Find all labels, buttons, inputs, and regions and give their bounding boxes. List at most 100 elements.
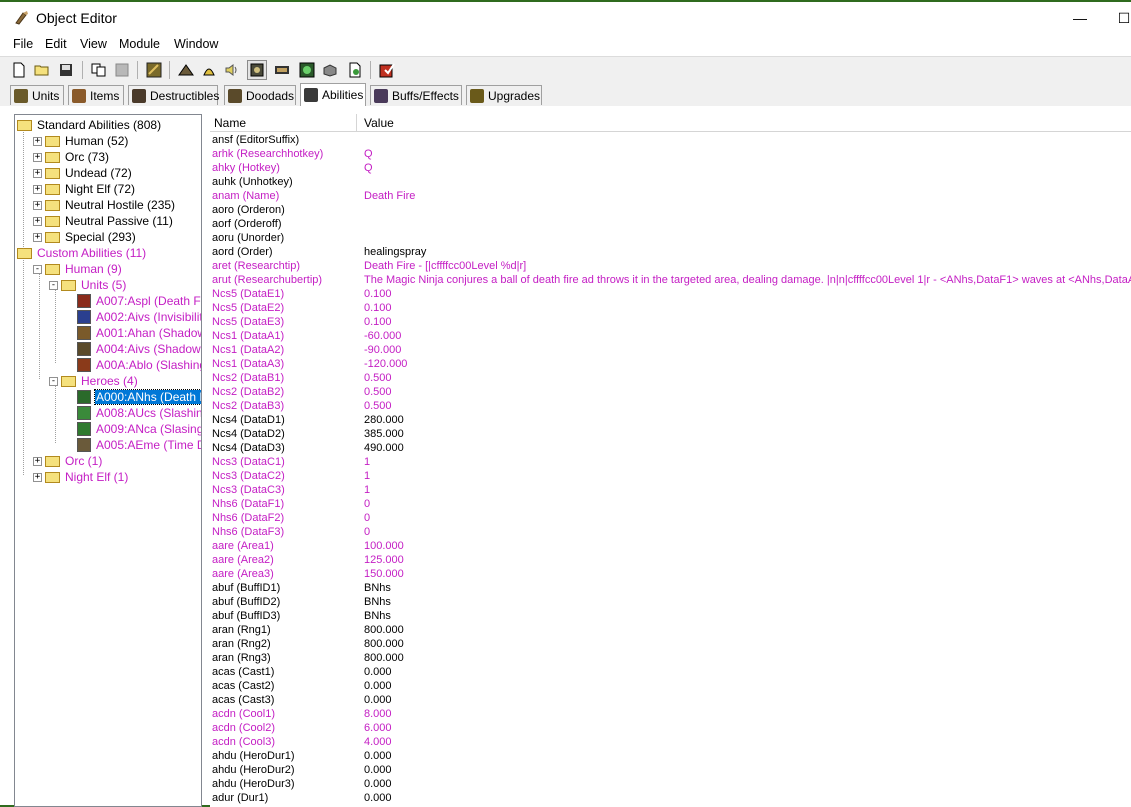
sound-button[interactable] — [222, 60, 242, 80]
field-value[interactable]: -90.000 — [364, 344, 401, 356]
paste-button[interactable] — [112, 60, 132, 80]
expand-icon[interactable]: + — [33, 216, 42, 226]
grid-row[interactable]: aran (Rng2) 800.000 — [210, 638, 1131, 652]
field-value[interactable]: 0.000 — [364, 666, 392, 678]
grid-row[interactable]: aare (Area1) 100.000 — [210, 540, 1131, 554]
grid-row[interactable]: adur (Dur1) 0.000 — [210, 792, 1131, 806]
menu-view[interactable]: View — [80, 37, 107, 51]
tree-folder-item[interactable]: + Night Elf (1) — [33, 469, 129, 485]
field-value[interactable]: 385.000 — [364, 428, 404, 440]
field-value[interactable]: 0.000 — [364, 680, 392, 692]
grid-row[interactable]: aare (Area2) 125.000 — [210, 554, 1131, 568]
trigger-button[interactable] — [199, 60, 219, 80]
field-value[interactable]: 800.000 — [364, 652, 404, 664]
field-value[interactable]: 1 — [364, 484, 370, 496]
field-value[interactable]: 0.500 — [364, 400, 392, 412]
grid-row[interactable]: Ncs2 (DataB3) 0.500 — [210, 400, 1131, 414]
expand-icon[interactable]: + — [33, 152, 42, 162]
tree-ability-item[interactable]: A001:Ahan (Shadow F — [65, 325, 201, 341]
field-value[interactable]: 150.000 — [364, 568, 404, 580]
expand-icon[interactable]: + — [33, 136, 42, 146]
grid-row[interactable]: Ncs4 (DataD2) 385.000 — [210, 428, 1131, 442]
field-value[interactable]: 8.000 — [364, 708, 392, 720]
field-value[interactable]: 0.000 — [364, 778, 392, 790]
field-value[interactable]: 0.100 — [364, 302, 392, 314]
tree-folder-item[interactable]: - Units (5) — [49, 277, 127, 293]
tree-ability-item[interactable]: A005:AEme (Time Den — [65, 437, 201, 453]
ai-button[interactable] — [297, 60, 317, 80]
open-button[interactable] — [32, 60, 52, 80]
grid-row[interactable]: aran (Rng3) 800.000 — [210, 652, 1131, 666]
field-value[interactable]: BNhs — [364, 582, 391, 594]
field-value[interactable]: 6.000 — [364, 722, 392, 734]
tab-items[interactable]: Items — [68, 85, 124, 105]
grid-row[interactable]: anam (Name) Death Fire — [210, 190, 1131, 204]
field-value[interactable]: Death Fire — [364, 190, 415, 202]
grid-row[interactable]: Ncs3 (DataC3) 1 — [210, 484, 1131, 498]
field-value[interactable]: Q — [364, 148, 373, 160]
field-value[interactable]: 1 — [364, 470, 370, 482]
tree-folder-item[interactable]: + Orc (73) — [33, 149, 110, 165]
grid-row[interactable]: aoru (Unorder) — [210, 232, 1131, 246]
field-value[interactable]: 100.000 — [364, 540, 404, 552]
field-value[interactable]: 0.100 — [364, 288, 392, 300]
field-value[interactable]: 0 — [364, 498, 370, 510]
tree-ability-item[interactable]: A000:ANhs (Death Fire — [65, 389, 201, 405]
field-value[interactable]: Death Fire - [|cffffcc00Level %d|r] — [364, 260, 526, 272]
expand-icon[interactable]: + — [33, 456, 42, 466]
grid-row[interactable]: Ncs3 (DataC1) 1 — [210, 456, 1131, 470]
tree-folder-item[interactable]: + Undead (72) — [33, 165, 133, 181]
grid-row[interactable]: Ncs5 (DataE1) 0.100 — [210, 288, 1131, 302]
expand-icon[interactable]: + — [33, 168, 42, 178]
field-value[interactable]: 0.000 — [364, 764, 392, 776]
grid-row[interactable]: acas (Cast1) 0.000 — [210, 666, 1131, 680]
grid-row[interactable]: aoro (Orderon) — [210, 204, 1131, 218]
grid-row[interactable]: arut (Researchubertip) The Magic Ninja co… — [210, 274, 1131, 288]
copy-button[interactable] — [89, 60, 109, 80]
field-value[interactable]: BNhs — [364, 610, 391, 622]
tab-units[interactable]: Units — [10, 85, 64, 105]
field-value[interactable]: 0.100 — [364, 316, 392, 328]
grid-row[interactable]: abuf (BuffID1) BNhs — [210, 582, 1131, 596]
field-value[interactable]: 1 — [364, 456, 370, 468]
maximize-button[interactable]: ☐ — [1104, 6, 1131, 30]
field-value[interactable]: 0.000 — [364, 694, 392, 706]
grid-row[interactable]: aorf (Orderoff) — [210, 218, 1131, 232]
grid-row[interactable]: ahky (Hotkey) Q — [210, 162, 1131, 176]
grid-row[interactable]: Ncs4 (DataD1) 280.000 — [210, 414, 1131, 428]
menu-module[interactable]: Module — [119, 37, 160, 51]
expand-icon[interactable]: + — [33, 200, 42, 210]
expand-icon[interactable]: + — [33, 472, 42, 482]
grid-row[interactable]: arhk (Researchhotkey) Q — [210, 148, 1131, 162]
tree-folder-item[interactable]: - Human (9) — [33, 261, 123, 277]
tree-folder-item[interactable]: Custom Abilities (11) — [17, 245, 147, 261]
tree-ability-item[interactable]: A002:Aivs (Invisibility M — [65, 309, 201, 325]
tree-ability-item[interactable]: A009:ANca (Slasing Bl — [65, 421, 201, 437]
field-value[interactable]: 4.000 — [364, 736, 392, 748]
collapse-icon[interactable]: - — [49, 280, 58, 290]
field-value[interactable]: 0 — [364, 526, 370, 538]
grid-row[interactable]: Ncs5 (DataE2) 0.100 — [210, 302, 1131, 316]
terrain-button[interactable] — [176, 60, 196, 80]
field-value[interactable]: -120.000 — [364, 358, 407, 370]
value-column-header[interactable]: Value — [364, 116, 394, 130]
field-value[interactable]: 0.000 — [364, 750, 392, 762]
tree-ability-item[interactable]: A00A:Ablo (Slashing B — [65, 357, 201, 373]
column-divider[interactable] — [356, 114, 357, 131]
save-button[interactable] — [56, 60, 76, 80]
grid-row[interactable]: Nhs6 (DataF2) 0 — [210, 512, 1131, 526]
menu-edit[interactable]: Edit — [45, 37, 67, 51]
expand-icon[interactable]: + — [33, 232, 42, 242]
grid-row[interactable]: acdn (Cool1) 8.000 — [210, 708, 1131, 722]
field-value[interactable]: healingspray — [364, 246, 426, 258]
tree-ability-item[interactable]: A004:Aivs (Shadow Fo — [65, 341, 201, 357]
tree-folder-item[interactable]: - Heroes (4) — [49, 373, 139, 389]
import-button[interactable] — [320, 60, 340, 80]
object-editor-button[interactable] — [144, 60, 164, 80]
object-button[interactable] — [247, 60, 267, 80]
grid-row[interactable]: abuf (BuffID2) BNhs — [210, 596, 1131, 610]
field-value[interactable]: 280.000 — [364, 414, 404, 426]
name-column-header[interactable]: Name — [214, 116, 246, 130]
grid-row[interactable]: acdn (Cool3) 4.000 — [210, 736, 1131, 750]
grid-row[interactable]: acas (Cast2) 0.000 — [210, 680, 1131, 694]
